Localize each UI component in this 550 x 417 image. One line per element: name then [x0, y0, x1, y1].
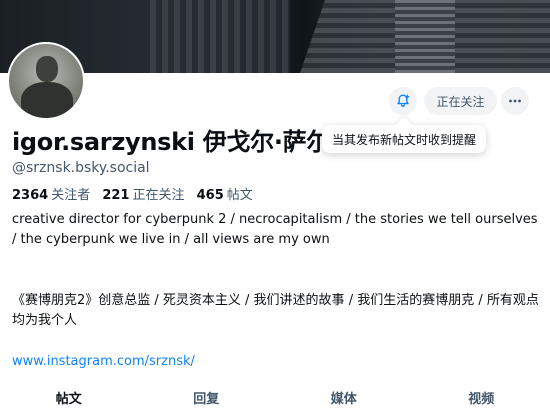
- tab-media[interactable]: 媒体: [275, 387, 413, 417]
- following-button[interactable]: 正在关注: [424, 87, 497, 115]
- profile-banner[interactable]: [0, 0, 550, 73]
- more-options-button[interactable]: [501, 87, 529, 115]
- followers-label: 关注者: [51, 188, 91, 203]
- tab-posts[interactable]: 帖文: [0, 387, 138, 417]
- profile-handle: @srznsk.bsky.social: [12, 160, 150, 176]
- display-name: igor.sarzynski 伊戈尔·萨尔: [12, 128, 322, 156]
- profile-tabs: 帖文 回复 媒体 视频: [0, 387, 550, 417]
- bio-english: creative director for cyberpunk 2 / necr…: [12, 212, 538, 247]
- following-stat[interactable]: 221 正在关注: [102, 188, 184, 203]
- bio-chinese: 《赛博朋克2》创意总监 / 死灵资本主义 / 我们讲述的故事 / 我们生活的赛博…: [12, 293, 539, 328]
- posts-count: 465: [196, 188, 224, 203]
- tab-videos[interactable]: 视频: [413, 387, 550, 417]
- profile-stats: 2364 关注者 221 正在关注 465 帖文: [12, 184, 261, 203]
- ellipsis-icon: [509, 99, 521, 103]
- profile-link[interactable]: www.instagram.com/srznsk/: [12, 354, 195, 369]
- bell-plus-icon: [397, 94, 410, 107]
- tab-replies[interactable]: 回复: [138, 387, 276, 417]
- avatar[interactable]: [7, 42, 85, 120]
- following-label: 正在关注: [132, 188, 185, 203]
- notify-button[interactable]: [389, 87, 417, 115]
- followers-count: 2364: [12, 188, 49, 203]
- posts-stat: 465 帖文: [197, 188, 253, 203]
- notify-tooltip: 当其发布新帖文时收到提醒: [322, 125, 487, 153]
- following-count: 221: [102, 188, 130, 203]
- followers-stat[interactable]: 2364 关注者: [12, 188, 90, 203]
- posts-label: 帖文: [226, 188, 253, 203]
